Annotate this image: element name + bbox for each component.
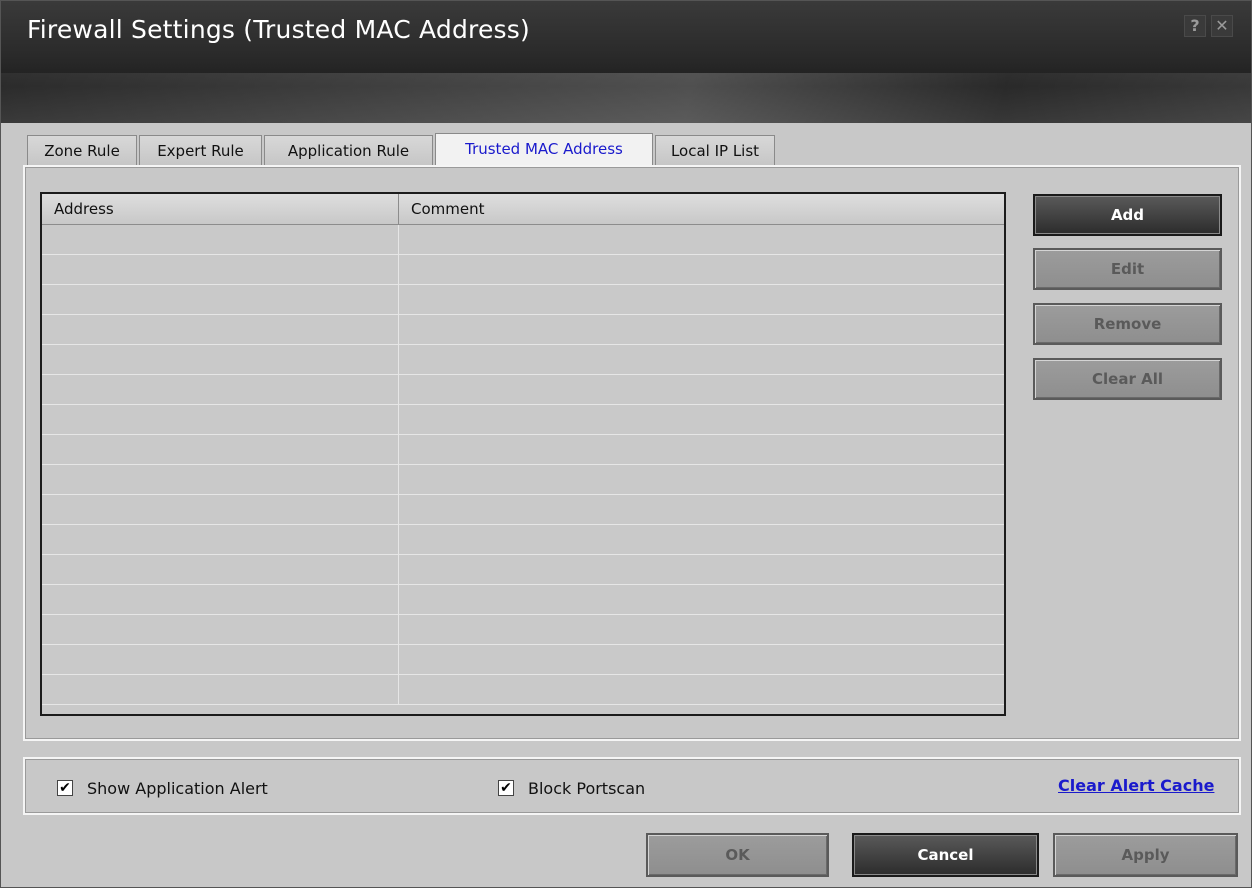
window-title: Firewall Settings (Trusted MAC Address) bbox=[27, 15, 530, 44]
apply-button[interactable]: Apply bbox=[1053, 833, 1238, 877]
address-cell bbox=[42, 675, 399, 704]
column-header-comment[interactable]: Comment bbox=[399, 194, 1004, 224]
ok-button[interactable]: OK bbox=[646, 833, 829, 877]
tab-zone-rule[interactable]: Zone Rule bbox=[27, 135, 137, 165]
table-row[interactable] bbox=[42, 435, 1004, 465]
address-cell bbox=[42, 465, 399, 494]
table-row[interactable] bbox=[42, 315, 1004, 345]
block-portscan-label: Block Portscan bbox=[528, 779, 646, 798]
comment-cell bbox=[399, 465, 1004, 494]
table-row[interactable] bbox=[42, 285, 1004, 315]
edit-button[interactable]: Edit bbox=[1033, 248, 1222, 290]
comment-cell bbox=[399, 315, 1004, 344]
address-cell bbox=[42, 225, 399, 254]
table-row[interactable] bbox=[42, 405, 1004, 435]
table-row[interactable] bbox=[42, 645, 1004, 675]
column-header-address[interactable]: Address bbox=[42, 194, 399, 224]
table-row[interactable] bbox=[42, 345, 1004, 375]
table-row[interactable] bbox=[42, 465, 1004, 495]
title-bar: Firewall Settings (Trusted MAC Address) … bbox=[1, 1, 1251, 123]
show-application-alert-label: Show Application Alert bbox=[87, 779, 268, 798]
table-row[interactable] bbox=[42, 255, 1004, 285]
comment-cell bbox=[399, 435, 1004, 464]
tab-application-rule[interactable]: Application Rule bbox=[264, 135, 433, 165]
table-row[interactable] bbox=[42, 615, 1004, 645]
clear-all-button[interactable]: Clear All bbox=[1033, 358, 1222, 400]
address-cell bbox=[42, 525, 399, 554]
show-application-alert-checkbox[interactable]: ✔ bbox=[57, 780, 73, 796]
comment-cell bbox=[399, 375, 1004, 404]
comment-cell bbox=[399, 225, 1004, 254]
table-row[interactable] bbox=[42, 495, 1004, 525]
table-row[interactable] bbox=[42, 225, 1004, 255]
comment-cell bbox=[399, 585, 1004, 614]
address-cell bbox=[42, 435, 399, 464]
comment-cell bbox=[399, 555, 1004, 584]
address-cell bbox=[42, 495, 399, 524]
address-cell bbox=[42, 345, 399, 374]
tab-local-ip-list[interactable]: Local IP List bbox=[655, 135, 775, 165]
comment-cell bbox=[399, 255, 1004, 284]
table-row[interactable] bbox=[42, 525, 1004, 555]
firewall-settings-dialog: Firewall Settings (Trusted MAC Address) … bbox=[0, 0, 1252, 888]
comment-cell bbox=[399, 675, 1004, 704]
tab-expert-rule[interactable]: Expert Rule bbox=[139, 135, 262, 165]
table-row[interactable] bbox=[42, 585, 1004, 615]
table-row[interactable] bbox=[42, 555, 1004, 585]
address-cell bbox=[42, 375, 399, 404]
comment-cell bbox=[399, 285, 1004, 314]
close-icon[interactable]: ✕ bbox=[1211, 15, 1233, 37]
tab-trusted-mac-address[interactable]: Trusted MAC Address bbox=[435, 133, 653, 169]
trusted-mac-table[interactable]: Address Comment bbox=[40, 192, 1006, 716]
comment-cell bbox=[399, 525, 1004, 554]
title-bar-shine bbox=[1, 73, 1251, 123]
address-cell bbox=[42, 255, 399, 284]
address-cell bbox=[42, 615, 399, 644]
address-cell bbox=[42, 555, 399, 584]
table-header: Address Comment bbox=[42, 194, 1004, 225]
table-row[interactable] bbox=[42, 375, 1004, 405]
address-cell bbox=[42, 285, 399, 314]
address-cell bbox=[42, 585, 399, 614]
address-cell bbox=[42, 315, 399, 344]
help-icon[interactable]: ? bbox=[1184, 15, 1206, 37]
comment-cell bbox=[399, 645, 1004, 674]
clear-alert-cache-link[interactable]: Clear Alert Cache bbox=[1058, 776, 1214, 795]
comment-cell bbox=[399, 495, 1004, 524]
remove-button[interactable]: Remove bbox=[1033, 303, 1222, 345]
address-cell bbox=[42, 405, 399, 434]
block-portscan-checkbox[interactable]: ✔ bbox=[498, 780, 514, 796]
add-button[interactable]: Add bbox=[1033, 194, 1222, 236]
comment-cell bbox=[399, 405, 1004, 434]
address-cell bbox=[42, 645, 399, 674]
comment-cell bbox=[399, 615, 1004, 644]
comment-cell bbox=[399, 345, 1004, 374]
table-row[interactable] bbox=[42, 675, 1004, 705]
cancel-button[interactable]: Cancel bbox=[852, 833, 1039, 877]
